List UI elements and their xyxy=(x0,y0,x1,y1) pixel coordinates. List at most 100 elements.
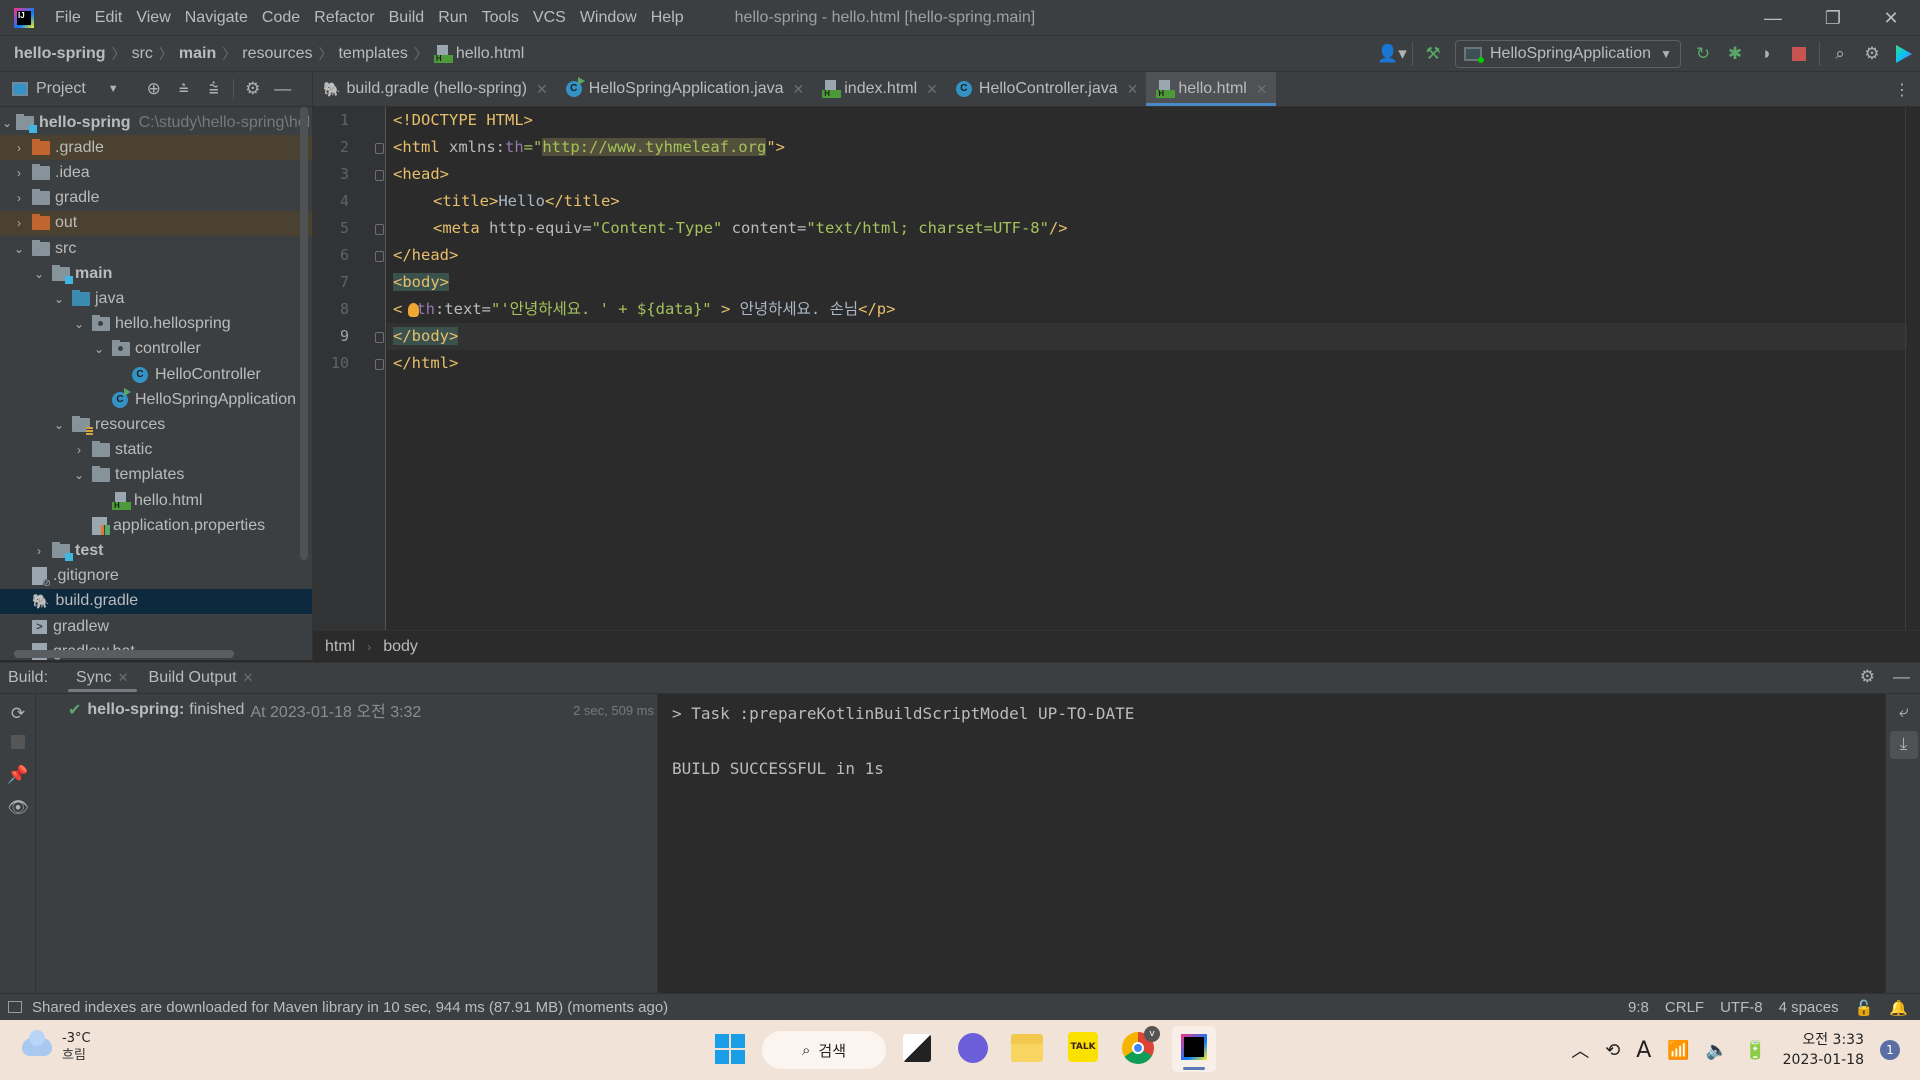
fold-marker-icon[interactable] xyxy=(375,251,384,262)
url-token[interactable]: http://www.tyhmeleaf.org xyxy=(542,138,767,156)
settings-icon[interactable]: ⚙ xyxy=(1856,40,1888,68)
tree-item[interactable]: › gradle xyxy=(0,186,312,211)
show-hidden-icons-icon[interactable]: ︿ xyxy=(1571,1037,1589,1063)
tree-item[interactable]: ⌄ src xyxy=(0,236,312,261)
volume-icon[interactable]: 🔈 xyxy=(1706,1040,1728,1061)
tree-item[interactable]: ⌄ java xyxy=(0,286,312,311)
project-vertical-scrollbar[interactable] xyxy=(300,107,308,560)
status-message[interactable]: Shared indexes are downloaded for Maven … xyxy=(32,999,668,1016)
chevron-down-icon[interactable]: ⌄ xyxy=(32,267,46,281)
tab-index-html[interactable]: index.html ✕ xyxy=(812,72,946,106)
close-tab-icon[interactable]: ✕ xyxy=(926,81,938,98)
more-options-icon[interactable]: ⋮ xyxy=(1894,80,1910,100)
run-with-coverage-icon[interactable]: ◗ xyxy=(1751,40,1783,68)
project-view-selector[interactable]: Project xyxy=(36,80,86,98)
gear-icon[interactable]: ⚙ xyxy=(1860,667,1875,687)
user-icon[interactable]: 👤▾ xyxy=(1376,40,1408,68)
stop-icon[interactable] xyxy=(0,734,36,754)
breadcrumb-project[interactable]: hello-spring xyxy=(14,45,106,63)
line-number[interactable]: 9 xyxy=(321,327,349,345)
menu-code[interactable]: Code xyxy=(255,0,307,36)
wifi-icon[interactable]: 📶 xyxy=(1667,1040,1689,1061)
tree-item[interactable]: ⌄ main xyxy=(0,261,312,286)
chrome-icon[interactable]: v xyxy=(1122,1026,1160,1064)
menu-file[interactable]: File xyxy=(48,0,88,36)
tree-item[interactable]: › .gradle xyxy=(0,135,312,161)
scroll-to-end-icon[interactable]: ⤓ xyxy=(1886,734,1920,754)
file-encoding[interactable]: UTF-8 xyxy=(1720,999,1763,1016)
locate-file-icon[interactable]: ⊕ xyxy=(139,79,169,99)
windows-start-icon[interactable] xyxy=(715,1034,745,1064)
chevron-down-icon[interactable]: ⌄ xyxy=(0,116,14,130)
tree-item[interactable]: ⌄ hello.hellospring xyxy=(0,312,312,337)
chevron-down-icon[interactable]: ⌄ xyxy=(52,292,66,306)
fold-marker-icon[interactable] xyxy=(375,359,384,370)
toolbox-icon[interactable] xyxy=(1888,40,1920,68)
debug-icon[interactable]: ✱ xyxy=(1719,40,1751,68)
close-tab-icon[interactable]: ✕ xyxy=(793,81,805,98)
close-tab-icon[interactable]: ✕ xyxy=(243,670,254,686)
line-number[interactable]: 3 xyxy=(321,165,349,183)
line-number[interactable]: 7 xyxy=(321,273,349,291)
menu-view[interactable]: View xyxy=(129,0,177,36)
menu-refactor[interactable]: Refactor xyxy=(307,0,381,36)
close-tab-icon[interactable]: ✕ xyxy=(536,81,548,98)
battery-icon[interactable]: 🔋 xyxy=(1744,1040,1766,1061)
menu-navigate[interactable]: Navigate xyxy=(178,0,255,36)
tree-item[interactable]: hello.html xyxy=(0,488,312,513)
tree-item[interactable]: 🐘 build.gradle xyxy=(0,588,312,614)
build-result-row[interactable]: ✔ hello-spring: finished At 2023-01-18 오… xyxy=(68,698,654,722)
restore-button[interactable]: ❐ xyxy=(1804,0,1862,36)
chevron-down-icon[interactable]: ⌄ xyxy=(72,317,86,331)
breadcrumb-resources[interactable]: resources xyxy=(242,45,312,63)
minimize-button[interactable]: — xyxy=(1744,0,1802,36)
menu-help[interactable]: Help xyxy=(644,0,691,36)
close-tab-icon[interactable]: ✕ xyxy=(1256,81,1268,98)
tab-sync[interactable]: Sync ✕ xyxy=(66,662,138,694)
tree-item[interactable]: > gradlew xyxy=(0,614,312,639)
chevron-right-icon[interactable]: › xyxy=(12,191,26,205)
breadcrumb-main[interactable]: main xyxy=(179,45,216,63)
taskbar-search[interactable]: ⌕ 검색 xyxy=(762,1031,886,1069)
line-number[interactable]: 1 xyxy=(321,111,349,129)
run-configuration-select[interactable]: HelloSpringApplication ▼ xyxy=(1455,40,1681,68)
fold-marker-icon[interactable] xyxy=(375,332,384,343)
chevron-down-icon[interactable]: ⌄ xyxy=(72,468,86,482)
menu-window[interactable]: Window xyxy=(573,0,644,36)
breadcrumb-html[interactable]: html xyxy=(325,638,355,656)
sync-status-icon[interactable]: ⟲ xyxy=(1605,1040,1620,1061)
tree-item[interactable]: ⌄ controller xyxy=(0,337,312,362)
menu-vcs[interactable]: VCS xyxy=(526,0,573,36)
menu-build[interactable]: Build xyxy=(382,0,432,36)
kakaotalk-icon[interactable]: TALK xyxy=(1068,1032,1098,1062)
tree-item[interactable]: › .idea xyxy=(0,160,312,185)
eye-icon[interactable]: 👁 xyxy=(0,798,36,818)
close-tab-icon[interactable]: ✕ xyxy=(1127,81,1139,98)
notification-badge[interactable]: 1 xyxy=(1880,1040,1900,1060)
line-number[interactable]: 10 xyxy=(321,354,349,372)
intention-bulb-icon[interactable] xyxy=(408,303,419,317)
line-separator[interactable]: CRLF xyxy=(1665,999,1704,1016)
chevron-right-icon[interactable]: › xyxy=(72,443,86,457)
chevron-down-icon[interactable]: ⌄ xyxy=(52,418,66,432)
pin-icon[interactable]: 📌 xyxy=(0,765,36,785)
build-console[interactable]: > Task :prepareKotlinBuildScriptModel UP… xyxy=(658,694,1885,993)
tree-item[interactable]: application.properties xyxy=(0,513,312,538)
tree-item[interactable]: › test xyxy=(0,538,312,563)
search-icon[interactable]: ⌕ xyxy=(1824,40,1856,68)
sync-icon[interactable]: ⟳ xyxy=(0,704,36,724)
tree-item[interactable]: ⌄ templates xyxy=(0,463,312,488)
tab-build-gradle[interactable]: 🐘 build.gradle (hello-spring) ✕ xyxy=(313,72,556,106)
chevron-right-icon[interactable]: › xyxy=(12,166,26,180)
clock[interactable]: 오전 3:33 2023-01-18 xyxy=(1783,1030,1864,1070)
gear-icon[interactable]: ⚙ xyxy=(238,79,268,99)
chevron-down-icon[interactable]: ⌄ xyxy=(12,242,26,256)
tool-windows-toggle-icon[interactable] xyxy=(8,1001,22,1013)
soft-wrap-icon[interactable]: ⤶ xyxy=(1886,702,1920,722)
menu-edit[interactable]: Edit xyxy=(88,0,130,36)
tree-root[interactable]: ⌄ hello-spring C:\study\hello-spring\hel xyxy=(0,110,312,135)
close-window-button[interactable]: ✕ xyxy=(1862,0,1920,36)
line-number[interactable]: 2 xyxy=(321,138,349,156)
expand-all-icon[interactable]: ⩮ xyxy=(169,79,199,99)
chevron-right-icon[interactable]: › xyxy=(32,544,46,558)
